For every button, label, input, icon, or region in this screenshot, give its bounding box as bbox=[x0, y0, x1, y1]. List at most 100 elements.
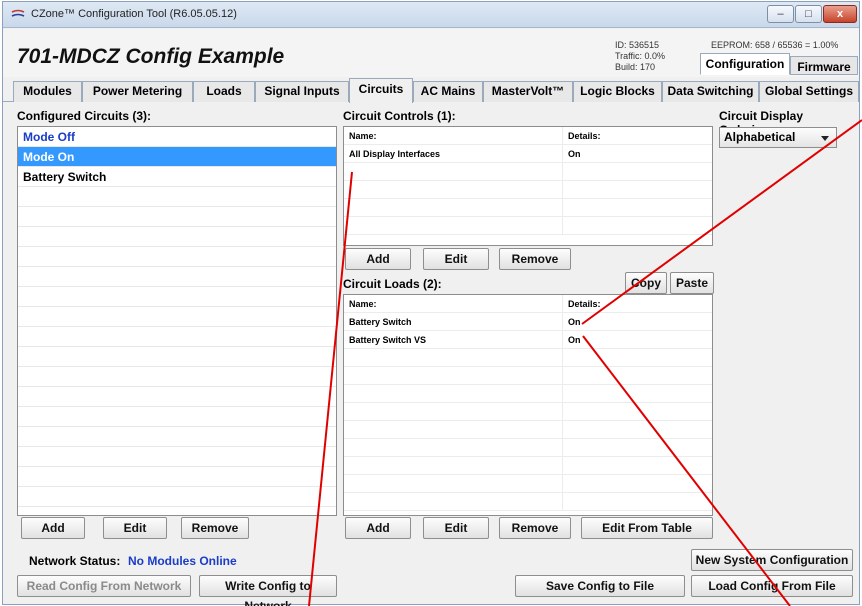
table-row[interactable]: Battery Switch VS On bbox=[344, 331, 712, 349]
list-item-empty: . bbox=[18, 347, 336, 367]
tab-signal-inputs[interactable]: Signal Inputs bbox=[255, 81, 349, 102]
save-config-button[interactable]: Save Config to File bbox=[515, 575, 685, 597]
edit-load-button[interactable]: Edit bbox=[423, 517, 489, 539]
circuits-panel: Configured Circuits (3): Mode Off Mode O… bbox=[3, 103, 859, 606]
tab-circuits[interactable]: Circuits bbox=[349, 78, 413, 103]
tab-configuration[interactable]: Configuration bbox=[700, 53, 790, 75]
list-item-empty: . bbox=[18, 327, 336, 347]
display-ordering-select[interactable]: Alphabetical bbox=[719, 127, 837, 148]
read-config-button[interactable]: Read Config From Network bbox=[17, 575, 191, 597]
main-tabs: Modules Power Metering Loads Signal Inpu… bbox=[3, 77, 859, 103]
table-row bbox=[344, 457, 712, 475]
eeprom-usage: EEPROM: 658 / 65536 = 1.00% bbox=[711, 40, 839, 50]
tab-power-metering[interactable]: Power Metering bbox=[82, 81, 193, 102]
device-info: ID: 536515 Traffic: 0.0% Build: 170 bbox=[615, 40, 665, 73]
table-row bbox=[344, 349, 712, 367]
load-details: On bbox=[568, 335, 581, 345]
app-window: CZone™ Configuration Tool (R6.05.05.12) … bbox=[2, 1, 860, 606]
load-config-button[interactable]: Load Config From File bbox=[691, 575, 853, 597]
table-row bbox=[344, 367, 712, 385]
list-item-empty: . bbox=[18, 207, 336, 227]
remove-load-button[interactable]: Remove bbox=[499, 517, 571, 539]
tab-global-settings[interactable]: Global Settings bbox=[759, 81, 859, 102]
list-item[interactable]: Battery Switch bbox=[18, 167, 336, 187]
add-circuit-button[interactable]: Add bbox=[21, 517, 85, 539]
table-row[interactable]: All Display Interfaces On bbox=[344, 145, 712, 163]
table-row bbox=[344, 385, 712, 403]
table-row bbox=[344, 217, 712, 235]
table-row bbox=[344, 181, 712, 199]
tab-firmware[interactable]: Firmware bbox=[790, 56, 858, 75]
configured-circuits-label: Configured Circuits (3): bbox=[17, 109, 151, 123]
network-status-label: Network Status: bbox=[29, 554, 121, 568]
network-status-value: No Modules Online bbox=[128, 554, 237, 568]
list-item-empty: . bbox=[18, 187, 336, 207]
tab-logic-blocks[interactable]: Logic Blocks bbox=[573, 81, 662, 102]
window-title: CZone™ Configuration Tool (R6.05.05.12) bbox=[31, 8, 237, 20]
table-row bbox=[344, 493, 712, 511]
list-item-empty: . bbox=[18, 467, 336, 487]
edit-from-table-button[interactable]: Edit From Table bbox=[581, 517, 713, 539]
load-details: On bbox=[568, 317, 581, 327]
edit-circuit-button[interactable]: Edit bbox=[103, 517, 167, 539]
minimize-icon[interactable]: – bbox=[767, 5, 794, 23]
list-item[interactable]: Mode On bbox=[18, 147, 336, 167]
remove-control-button[interactable]: Remove bbox=[499, 248, 571, 270]
tab-ac-mains[interactable]: AC Mains bbox=[413, 81, 483, 102]
close-icon[interactable]: x bbox=[823, 5, 857, 23]
list-item[interactable]: Mode Off bbox=[18, 127, 336, 147]
list-item-empty: . bbox=[18, 247, 336, 267]
add-load-button[interactable]: Add bbox=[345, 517, 411, 539]
write-config-button[interactable]: Write Config to Network bbox=[199, 575, 337, 606]
tab-modules[interactable]: Modules bbox=[13, 81, 82, 102]
name-column-header: Name: bbox=[349, 131, 377, 141]
list-item-empty: . bbox=[18, 407, 336, 427]
chevron-down-icon bbox=[821, 136, 829, 141]
device-id: ID: 536515 bbox=[615, 40, 660, 50]
details-column-header: Details: bbox=[568, 131, 601, 141]
add-control-button[interactable]: Add bbox=[345, 248, 411, 270]
list-item-empty: . bbox=[18, 227, 336, 247]
table-row bbox=[344, 421, 712, 439]
tab-mastervolt[interactable]: MasterVolt™ bbox=[483, 81, 573, 102]
config-name: 701-MDCZ Config Example bbox=[17, 45, 285, 68]
remove-circuit-button[interactable]: Remove bbox=[181, 517, 249, 539]
table-row[interactable]: Battery Switch On bbox=[344, 313, 712, 331]
list-item-empty: . bbox=[18, 307, 336, 327]
display-ordering-value: Alphabetical bbox=[724, 130, 796, 144]
table-row bbox=[344, 439, 712, 457]
circuit-loads-grid: Name: Details: Battery Switch On Battery… bbox=[343, 294, 713, 516]
maximize-icon[interactable]: □ bbox=[795, 5, 822, 23]
circuit-controls-grid: Name: Details: All Display Interfaces On bbox=[343, 126, 713, 246]
table-row bbox=[344, 475, 712, 493]
title-bar: CZone™ Configuration Tool (R6.05.05.12) … bbox=[3, 2, 859, 28]
load-name: Battery Switch bbox=[349, 317, 412, 327]
load-name: Battery Switch VS bbox=[349, 335, 427, 345]
circuit-controls-label: Circuit Controls (1): bbox=[343, 109, 456, 123]
grid-header: Name: Details: bbox=[344, 295, 712, 313]
czone-logo-icon bbox=[11, 9, 25, 17]
tab-data-switching[interactable]: Data Switching bbox=[662, 81, 759, 102]
name-column-header: Name: bbox=[349, 299, 377, 309]
config-header: 701-MDCZ Config Example ID: 536515 Traff… bbox=[3, 29, 859, 77]
control-details: On bbox=[568, 149, 581, 159]
paste-button[interactable]: Paste bbox=[670, 272, 714, 294]
traffic-readout: Traffic: 0.0% bbox=[615, 51, 666, 61]
list-item-empty: . bbox=[18, 427, 336, 447]
new-system-config-button[interactable]: New System Configuration bbox=[691, 549, 853, 571]
table-row bbox=[344, 403, 712, 421]
list-item-empty: . bbox=[18, 487, 336, 507]
edit-control-button[interactable]: Edit bbox=[423, 248, 489, 270]
tab-loads[interactable]: Loads bbox=[193, 81, 255, 102]
list-item-empty: . bbox=[18, 267, 336, 287]
control-name: All Display Interfaces bbox=[349, 149, 441, 159]
table-row bbox=[344, 163, 712, 181]
list-item-empty: . bbox=[18, 447, 336, 467]
build-number: Build: 170 bbox=[615, 62, 656, 72]
table-row bbox=[344, 199, 712, 217]
configured-circuits-list[interactable]: Mode Off Mode On Battery Switch . . . . … bbox=[17, 126, 337, 516]
copy-button[interactable]: Copy bbox=[625, 272, 667, 294]
details-column-header: Details: bbox=[568, 299, 601, 309]
list-item-empty: . bbox=[18, 367, 336, 387]
list-item-empty: . bbox=[18, 287, 336, 307]
